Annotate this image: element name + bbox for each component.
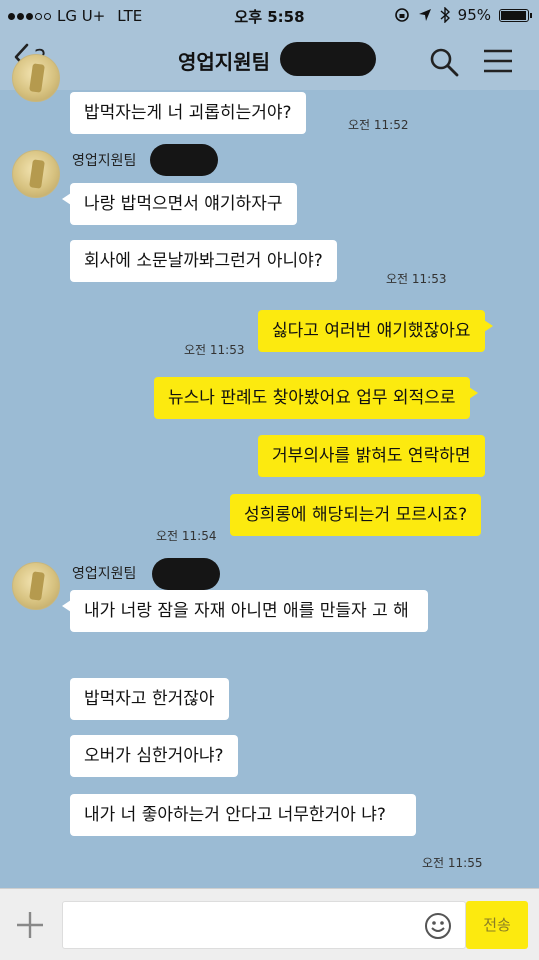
- message-bubble[interactable]: 오버가 심한거아냐?: [70, 735, 238, 777]
- plus-icon[interactable]: [12, 907, 48, 943]
- redaction-mark: [280, 42, 376, 76]
- search-icon[interactable]: [428, 46, 460, 78]
- message-bubble[interactable]: 내가 너랑 잠을 자재 아니면 애를 만들자 고 해: [62, 590, 428, 632]
- send-button[interactable]: 전송: [466, 901, 528, 949]
- bluetooth-icon: [440, 7, 450, 23]
- message-bubble[interactable]: 뉴스나 판례도 찾아봤어요 업무 외적으로: [154, 377, 477, 419]
- sender-name: 영업지원팀: [72, 566, 137, 582]
- message-bubble[interactable]: 회사에 소문날까봐그런거 아니야?: [70, 240, 337, 282]
- message-input-bar: 전송: [0, 888, 539, 960]
- message-time: 오전 11:53: [386, 272, 447, 286]
- chat-area[interactable]: 밥먹자는게 너 괴롭히는거야? 오전 11:52 영업지원팀 나랑 밥먹으면서 …: [0, 54, 539, 888]
- avatar[interactable]: [12, 562, 60, 610]
- battery-icon: [499, 8, 532, 22]
- emoji-icon[interactable]: [423, 911, 453, 941]
- chat-header: 2 영업지원팀: [0, 32, 539, 90]
- battery-percent: 95%: [457, 6, 491, 24]
- message-time: 오전 11:53: [184, 343, 245, 357]
- menu-icon[interactable]: [482, 48, 514, 74]
- message-bubble[interactable]: 거부의사를 밝혀도 연락하면: [258, 435, 485, 477]
- location-arrow-icon: [418, 9, 431, 21]
- message-bubble[interactable]: 내가 너 좋아하는거 안다고 너무한거아 냐?: [70, 794, 416, 836]
- avatar[interactable]: [12, 54, 60, 102]
- chat-room-title: 영업지원팀: [178, 50, 270, 74]
- message-time: 오전 11:54: [156, 529, 217, 543]
- sender-name: 영업지원팀: [72, 153, 137, 169]
- message-bubble[interactable]: 나랑 밥먹으면서 얘기하자구: [62, 183, 297, 225]
- message-input[interactable]: [62, 901, 466, 949]
- message-bubble[interactable]: 성희롱에 해당되는거 모르시죠?: [230, 494, 482, 536]
- message-bubble[interactable]: 싫다고 여러번 얘기했잖아요: [258, 310, 492, 352]
- avatar[interactable]: [12, 150, 60, 198]
- message-time: 오전 11:55: [422, 856, 483, 870]
- redaction-mark: [152, 558, 220, 590]
- status-bar-right: 95%: [394, 6, 532, 24]
- message-bubble[interactable]: 밥먹자는게 너 괴롭히는거야?: [70, 92, 306, 134]
- status-bar: LG U+ LTE 오후 5:58 95%: [0, 0, 539, 32]
- redaction-mark: [150, 144, 218, 176]
- message-bubble[interactable]: 밥먹자고 한거잖아: [70, 678, 229, 720]
- lock-rotation-icon: [394, 8, 409, 22]
- message-time: 오전 11:52: [348, 118, 409, 132]
